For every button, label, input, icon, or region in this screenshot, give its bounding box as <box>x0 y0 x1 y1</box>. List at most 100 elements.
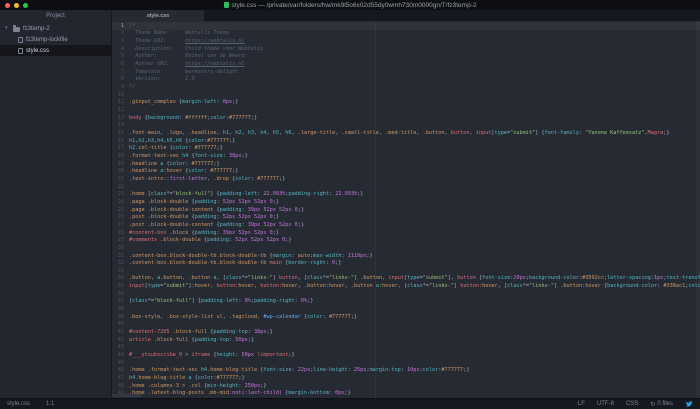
code-line[interactable]: 16 h1,h2,h3,h4,h5,h6 {color:#777777;} <box>112 137 700 145</box>
code-line[interactable]: 44 #___ytsubscribe_0 > iframe {height: 50… <box>112 351 700 359</box>
code-line[interactable]: 39 .box-style, .box-style-list ul, .tagcl… <box>112 313 700 321</box>
code-line[interactable]: 48 .home .columns-3 > .col {min-height: 2… <box>112 382 700 390</box>
code-line[interactable]: 2 Theme Name: Webtalis Thema <box>112 30 700 38</box>
sync-status[interactable]: ↻ 0 files <box>650 401 673 408</box>
minimize-button[interactable] <box>14 2 19 8</box>
code-line[interactable]: 27 .post .block-double-content {padding: … <box>112 221 700 229</box>
line-number: 4 <box>120 45 124 52</box>
twitter-bird-icon[interactable] <box>685 400 693 408</box>
line-number: 3 <box>120 38 124 45</box>
code-text: .button, a.button, .button a, [class*="l… <box>129 275 700 282</box>
sidebar-item-lockfile[interactable]: fz3temp-lockfile <box>0 34 111 45</box>
code-line[interactable]: 18 .format-text-sec h4 {font-size: 38px;} <box>112 152 700 160</box>
code-line[interactable]: 49.home .latest-blog-posts .mb-mid:not(:… <box>112 390 700 398</box>
cursor-position: 1:1 <box>46 401 55 407</box>
code-line[interactable]: 13 body {background: #ffffff;color:#77777… <box>112 114 700 122</box>
code-line[interactable]: 36 <box>112 290 700 298</box>
chevron-down-icon[interactable]: ▾ <box>5 26 10 31</box>
code-line[interactable]: 45 <box>112 359 700 367</box>
line-ending-indicator[interactable]: LF <box>578 401 585 407</box>
code-line[interactable]: 22 <box>112 183 700 191</box>
code-line[interactable]: 19 .headline a {color: #777777;} <box>112 160 700 168</box>
code-line[interactable]: 12 <box>112 106 700 114</box>
code-line[interactable]: 15 .font-main, .logo, .headline, h1, h2, … <box>112 129 700 137</box>
code-line[interactable]: 25 .page .block-double-content {padding: … <box>112 206 700 214</box>
line-number: 15 <box>117 130 124 137</box>
line-number: 29 <box>117 237 124 244</box>
code-line[interactable]: 5 Author: Maikel van de Weerd <box>112 53 700 61</box>
code-text: .headline a:hover {color: #777777;} <box>129 168 239 175</box>
close-button[interactable] <box>5 2 10 8</box>
code-line[interactable]: 34 .button, a.button, .button a, [class*=… <box>112 275 700 283</box>
sync-icon: ↻ <box>650 401 656 408</box>
code-line[interactable]: 4 Description: Child theme voor Webtalis <box>112 45 700 53</box>
code-line[interactable]: 28 #content-box .block {padding: 39px 52p… <box>112 229 700 237</box>
code-line[interactable]: 3 Theme URI: https://webtalis.nl <box>112 37 700 45</box>
sidebar-item-folder[interactable]: ▾ fz3temp-2 <box>0 23 111 34</box>
code-text: .home .latest-blog-posts .mb-mid:not(:la… <box>129 390 351 397</box>
code-line[interactable]: 38 <box>112 305 700 313</box>
code-text: input[type="submit"]:hover, button:hover… <box>129 283 700 290</box>
encoding-indicator[interactable]: UTF-8 <box>597 401 614 407</box>
title-group: style.css — /private/var/folders/hw/mk9l… <box>0 0 700 10</box>
code-line[interactable]: 32 .content-box.block-double-tb.block-dou… <box>112 259 700 267</box>
window-title: style.css — /private/var/folders/hw/mk9l… <box>231 1 477 9</box>
code-text: */ <box>129 84 136 91</box>
tab-style-css[interactable]: style.css <box>112 10 204 21</box>
code-text: Description: Child theme voor Webtalis <box>129 45 264 52</box>
vertical-scrollbar[interactable] <box>696 21 700 398</box>
code-line[interactable]: 42 article .block-full {padding-top: 50px… <box>112 336 700 344</box>
file-icon <box>18 47 23 54</box>
code-line[interactable]: 21 .text-intro::first-letter, .drop {colo… <box>112 175 700 183</box>
line-number: 41 <box>117 329 124 336</box>
code-line[interactable]: 10 <box>112 91 700 99</box>
code-text: /* <box>129 22 136 29</box>
line-number: 17 <box>117 145 124 152</box>
code-line[interactable]: 8 Version: 1.0 <box>112 76 700 84</box>
line-number: 43 <box>117 344 124 351</box>
code-line[interactable]: 24 .page .block-double {padding: 52px 52p… <box>112 198 700 206</box>
code-text: #content-7205 .block-full {padding-top: … <box>129 329 273 336</box>
code-line[interactable]: 30 <box>112 244 700 252</box>
code-line[interactable]: 35 input[type="submit"]:hover, button:hov… <box>112 282 700 290</box>
code-line[interactable]: 26 .post .block-double {padding: 52px 52p… <box>112 213 700 221</box>
code-line[interactable]: 1 /* <box>112 22 700 30</box>
app-window: style.css — /private/var/folders/hw/mk9l… <box>0 0 700 409</box>
line-number: 2 <box>120 30 124 37</box>
code-line[interactable]: 47 h4.home-blog-title a {color:#777777;} <box>112 374 700 382</box>
code-line[interactable]: 23 .home [class*="block-full"] {padding-l… <box>112 190 700 198</box>
code-line[interactable]: 33 <box>112 267 700 275</box>
main-area: Project ▾ fz3temp-2 fz3temp-lockfile sty… <box>0 10 700 398</box>
code-text: Version: 1.0 <box>129 76 195 83</box>
code-line[interactable]: 43 <box>112 344 700 352</box>
code-line[interactable]: 31 .content-box.block-double-tb.block-dou… <box>112 252 700 260</box>
code-line[interactable]: 7 Template: marketers-delight <box>112 68 700 76</box>
code-text: .page .block-double-content {padding: 39… <box>129 206 304 213</box>
zoom-button[interactable] <box>23 2 28 8</box>
code-text: Theme URI: https://webtalis.nl <box>129 38 245 45</box>
code-line[interactable]: 11 .ginput_complex {margin-left: 0px;} <box>112 99 700 107</box>
code-line[interactable]: 6 Author URI: https://webtalis.nl <box>112 60 700 68</box>
line-number: 37 <box>117 298 124 305</box>
code-line[interactable]: 29 #comments .block-double {padding: 52px… <box>112 236 700 244</box>
code-line[interactable]: 46 .home .format-text-sec h4.home-blog-ti… <box>112 367 700 375</box>
syntax-indicator[interactable]: CSS <box>626 401 638 407</box>
code-text: [class*="block-full"] {padding-left: 0%;… <box>129 298 314 305</box>
code-text: .text-intro::first-letter, .drop {color:… <box>129 175 286 182</box>
code-text: h4.home-blog-title a {color:#777777;} <box>129 375 245 382</box>
file-label: fz3temp-lockfile <box>26 36 68 43</box>
horizontal-scrollbar-thumb[interactable] <box>112 394 142 397</box>
code-line[interactable]: 40 <box>112 321 700 329</box>
code-line[interactable]: 41 #content-7205 .block-full {padding-top… <box>112 328 700 336</box>
code-line[interactable]: 37 [class*="block-full"] {padding-left: 0… <box>112 298 700 306</box>
code-line[interactable]: 17 h2.col-title {color: #777777;} <box>112 145 700 153</box>
code-text: body {background: #ffffff;color:#777777;… <box>129 114 258 121</box>
code-line[interactable]: 9 */ <box>112 83 700 91</box>
code-editor[interactable]: 1/* 2 Theme Name: Webtalis Thema 3 Theme U… <box>112 21 700 398</box>
code-text: .post .block-double-content {padding: 39… <box>129 221 304 228</box>
code-line[interactable]: 14 <box>112 122 700 130</box>
code-line[interactable]: 20 .headline a:hover {color: #777777;} <box>112 167 700 175</box>
sidebar-item-style-css[interactable]: style.css <box>0 45 111 56</box>
line-number: 30 <box>117 244 124 251</box>
traffic-lights <box>5 2 28 8</box>
